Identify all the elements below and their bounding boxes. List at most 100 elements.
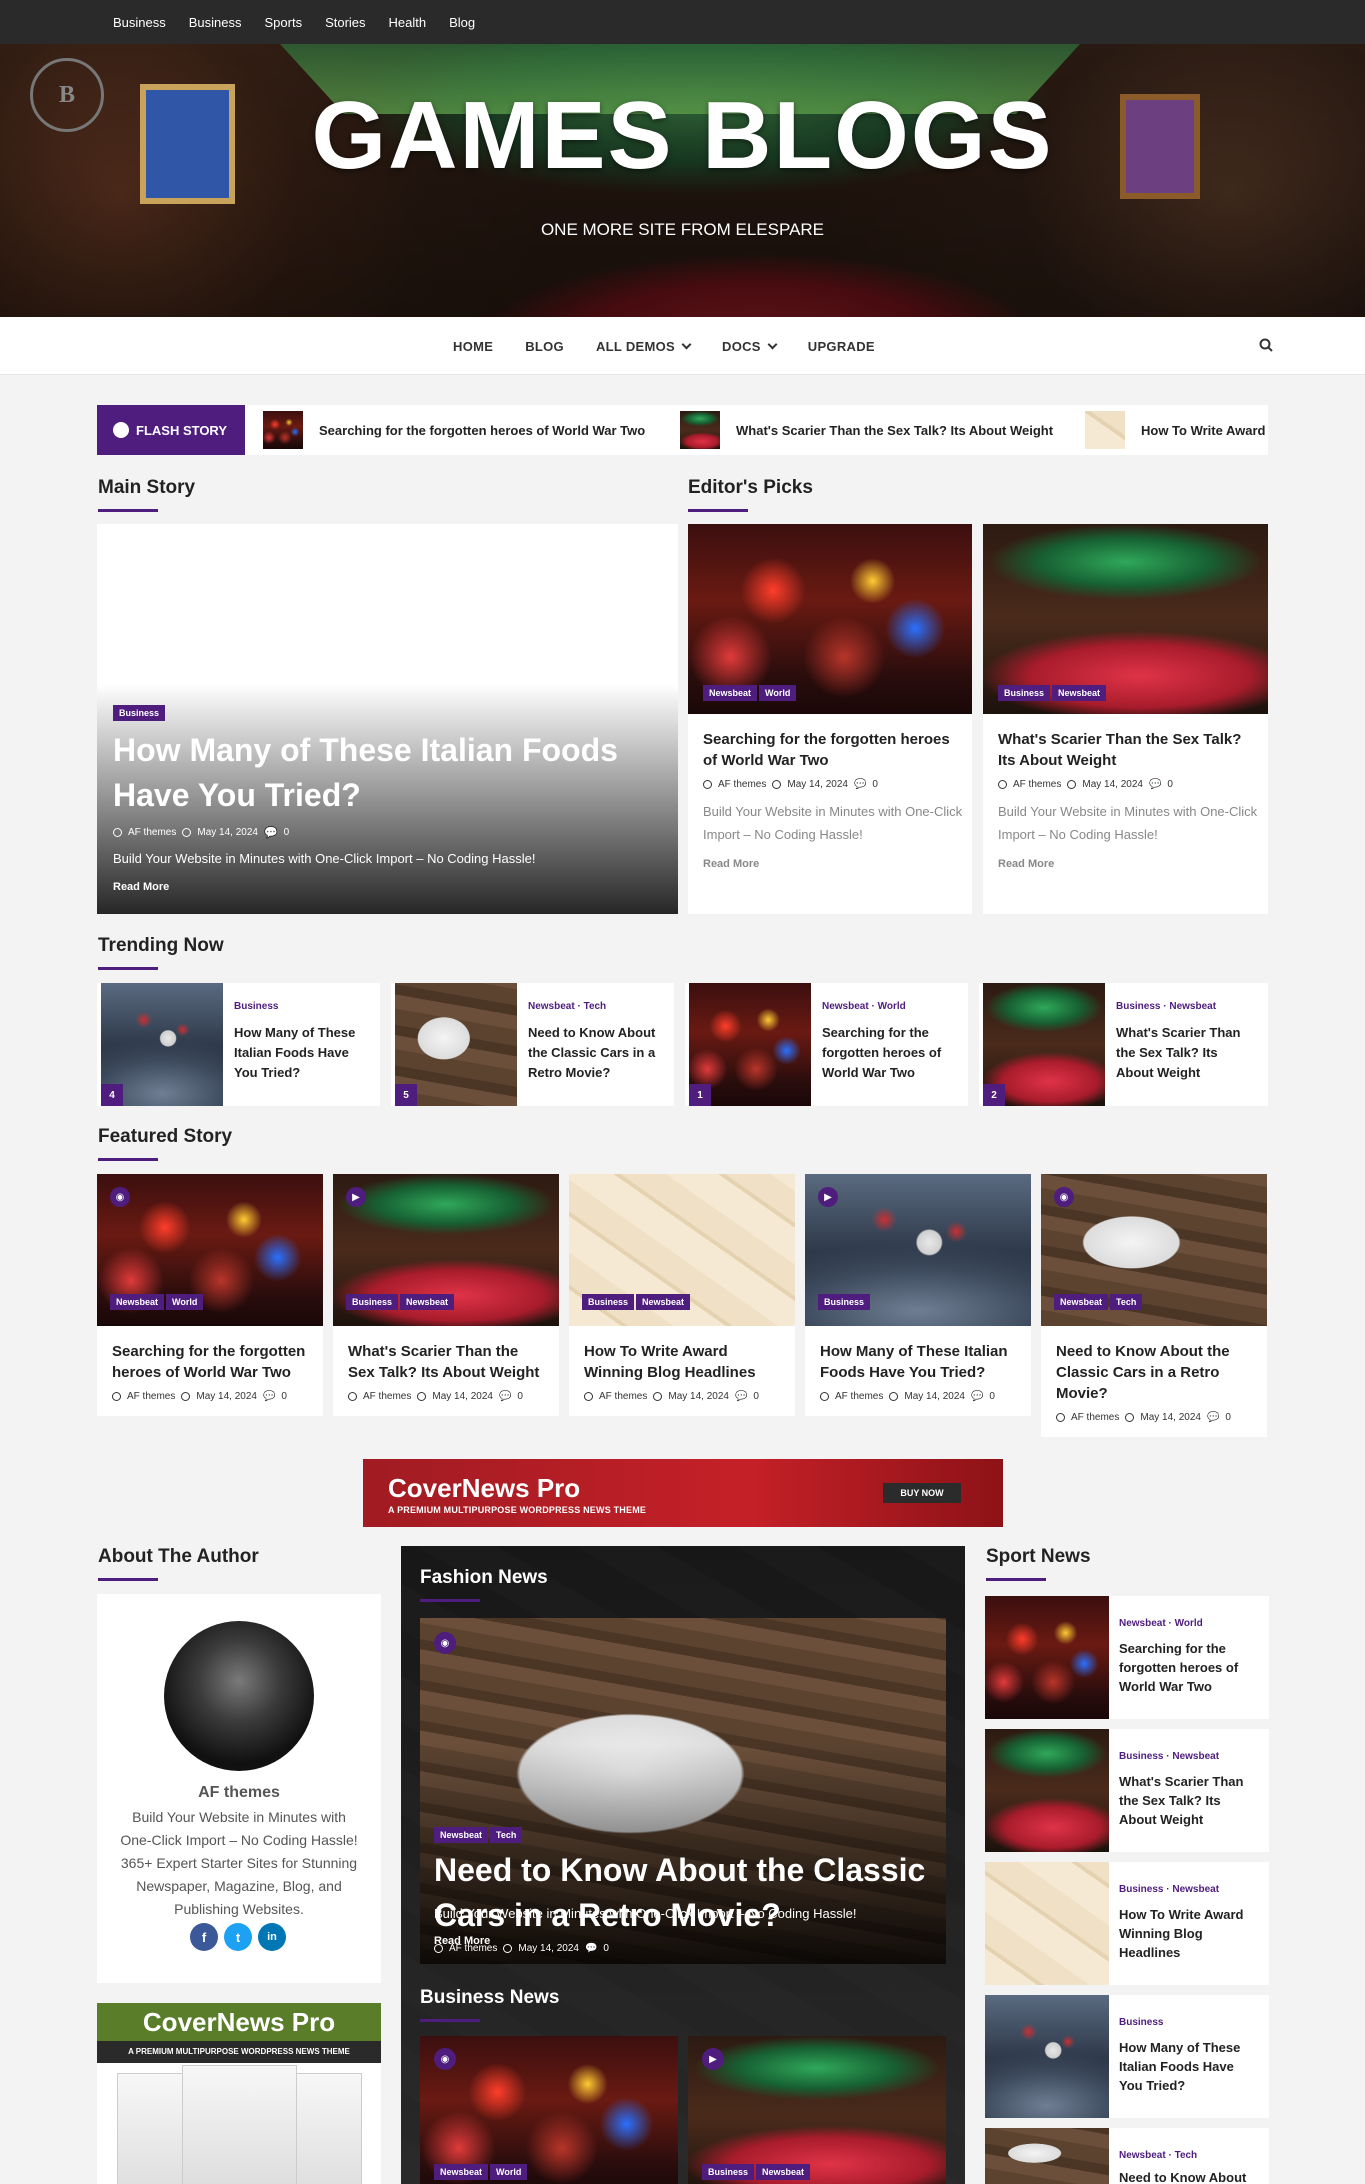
category-tag[interactable]: Newsbeat — [636, 1294, 691, 1310]
post-author[interactable]: AF themes — [599, 1391, 647, 1402]
post-categories[interactable]: Newsbeat · World — [1119, 1618, 1203, 1629]
nav-docs[interactable]: DOCS — [722, 339, 778, 354]
post-title[interactable]: How Many of These Italian Foods Have You… — [805, 1326, 1031, 1383]
top-menu-item[interactable]: Health — [389, 15, 427, 30]
post-categories[interactable]: Business · Newsbeat — [1119, 1884, 1219, 1895]
nav-home[interactable]: HOME — [453, 339, 493, 354]
post-author[interactable]: AF themes — [1013, 779, 1061, 790]
post-categories[interactable]: Newsbeat · Tech — [528, 1001, 606, 1012]
post-author[interactable]: AF themes — [1071, 1412, 1119, 1423]
category-tag[interactable]: Newsbeat — [400, 1294, 455, 1310]
post-author[interactable]: AF themes — [718, 779, 766, 790]
category-tag[interactable]: Business — [346, 1294, 399, 1310]
post-thumbnail[interactable] — [985, 1729, 1109, 1852]
trending-item[interactable]: 5 Newsbeat · Tech Need to Know About the… — [391, 983, 674, 1106]
post-thumbnail[interactable] — [985, 1862, 1109, 1985]
featured-card[interactable]: ▶ Business How Many of These Italian Foo… — [805, 1174, 1031, 1416]
category-tag[interactable]: Tech — [490, 1827, 523, 1843]
ticker-item[interactable]: What's Scarier Than the Sex Talk? Its Ab… — [680, 411, 1053, 449]
post-categories[interactable]: Business — [234, 1001, 278, 1012]
category-tag[interactable]: Business — [702, 2164, 755, 2180]
category-tag[interactable]: Business — [998, 685, 1051, 701]
post-categories[interactable]: Business · Newsbeat — [1119, 1751, 1219, 1762]
top-menu-item[interactable]: Blog — [449, 15, 475, 30]
read-more-link[interactable]: Read More — [113, 881, 169, 893]
read-more-link[interactable]: Read More — [998, 858, 1054, 870]
business-news-card[interactable]: ◉ Newsbeat World — [420, 2036, 678, 2184]
category-tag[interactable]: Newsbeat — [1054, 1294, 1109, 1310]
trending-item[interactable]: 1 Newsbeat · World Searching for the for… — [685, 983, 968, 1106]
top-menu-item[interactable]: Business — [189, 15, 242, 30]
category-tag[interactable]: Business — [582, 1294, 635, 1310]
post-title[interactable]: Searching for the forgotten heroes of Wo… — [822, 1023, 952, 1083]
featured-card[interactable]: ▶ Business Newsbeat What's Scarier Than t… — [333, 1174, 559, 1416]
site-title[interactable]: GAMES BLOGS — [0, 81, 1365, 191]
post-title[interactable]: What's Scarier Than the Sex Talk? Its Ab… — [1116, 1023, 1246, 1083]
featured-card[interactable]: ◉ Newsbeat World Searching for the forgot… — [97, 1174, 323, 1416]
post-thumbnail[interactable] — [985, 2128, 1109, 2184]
category-tag[interactable]: World — [490, 2164, 528, 2180]
linkedin-icon[interactable]: in — [258, 1923, 286, 1951]
post-title[interactable]: What's Scarier Than the Sex Talk? Its Ab… — [1119, 1772, 1259, 1829]
category-tag[interactable]: Newsbeat — [434, 2164, 489, 2180]
post-title[interactable]: Need to Know About the Classic Cars in a… — [434, 1848, 934, 1938]
post-categories[interactable]: Business · Newsbeat — [1116, 1001, 1216, 1012]
category-tag[interactable]: Newsbeat — [703, 685, 758, 701]
promo-widget[interactable]: CoverNews Pro A PREMIUM MULTIPURPOSE WOR… — [97, 2003, 381, 2184]
trending-item[interactable]: 2 Business · Newsbeat What's Scarier Tha… — [979, 983, 1268, 1106]
post-thumbnail[interactable]: ▶ Business Newsbeat — [333, 1174, 559, 1326]
post-thumbnail[interactable]: ▶ Business — [805, 1174, 1031, 1326]
post-categories[interactable]: Business — [1119, 2017, 1163, 2028]
ticker-item[interactable]: Searching for the forgotten heroes of Wo… — [263, 411, 645, 449]
nav-all-demos[interactable]: ALL DEMOS — [596, 339, 692, 354]
post-title[interactable]: What's Scarier Than the Sex Talk? Its Ab… — [333, 1326, 559, 1383]
category-tag[interactable]: Business — [818, 1294, 871, 1310]
post-thumbnail[interactable]: ◉ Newsbeat Tech — [1041, 1174, 1267, 1326]
read-more-link[interactable]: Read More — [703, 858, 759, 870]
featured-card[interactable]: Business Newsbeat How To Write Award Winn… — [569, 1174, 795, 1416]
post-title[interactable]: How Many of These Italian Foods Have You… — [1119, 2038, 1259, 2095]
twitter-icon[interactable]: t — [224, 1923, 252, 1951]
post-title[interactable]: Searching for the forgotten heroes of Wo… — [97, 1326, 323, 1383]
top-menu-item[interactable]: Business — [113, 15, 166, 30]
main-story-title[interactable]: How Many of These Italian Foods Have You… — [113, 728, 653, 818]
post-title[interactable]: Need to Know About — [1119, 2168, 1259, 2184]
post-author[interactable]: AF themes — [128, 827, 176, 838]
category-tag[interactable]: Newsbeat — [1052, 685, 1107, 701]
editors-pick-card[interactable]: Business Newsbeat What's Scarier Than the… — [983, 524, 1268, 914]
editors-pick-card[interactable]: Newsbeat World Searching for the forgotte… — [688, 524, 972, 914]
post-title[interactable]: Need to Know About the Classic Cars in a… — [1041, 1326, 1267, 1404]
post-title[interactable]: How To Write Award Winning Blog Headline… — [569, 1326, 795, 1383]
nav-blog[interactable]: BLOG — [525, 339, 564, 354]
category-tag[interactable]: Newsbeat — [110, 1294, 165, 1310]
post-title[interactable]: Searching for the forgotten heroes of Wo… — [703, 729, 963, 771]
post-thumbnail[interactable] — [985, 1995, 1109, 2118]
category-tag[interactable]: World — [166, 1294, 204, 1310]
category-tag[interactable]: Newsbeat — [756, 2164, 811, 2180]
featured-card[interactable]: ◉ Newsbeat Tech Need to Know About the Cl… — [1041, 1174, 1267, 1437]
post-title[interactable]: How Many of These Italian Foods Have You… — [234, 1023, 364, 1083]
top-menu-item[interactable]: Stories — [325, 15, 365, 30]
ticker-item[interactable]: How To Write Award — [1085, 411, 1265, 449]
post-title[interactable]: What's Scarier Than the Sex Talk? Its Ab… — [998, 729, 1258, 771]
read-more-link[interactable]: Read More — [434, 1935, 490, 1947]
post-title[interactable]: Need to Know About the Classic Cars in a… — [528, 1023, 658, 1083]
category-tag[interactable]: World — [759, 685, 797, 701]
post-categories[interactable]: Newsbeat · Tech — [1119, 2150, 1197, 2161]
post-title[interactable]: How To Write Award Winning Blog Headline… — [1119, 1905, 1259, 1962]
post-categories[interactable]: Newsbeat · World — [822, 1001, 906, 1012]
business-news-card[interactable]: ▶ Business Newsbeat — [688, 2036, 946, 2184]
post-title[interactable]: Searching for the forgotten heroes of Wo… — [1119, 1639, 1259, 1696]
category-tag[interactable]: Newsbeat — [434, 1827, 489, 1843]
post-author[interactable]: AF themes — [835, 1391, 883, 1402]
advertisement-banner[interactable]: CoverNews Pro A PREMIUM MULTIPURPOSE WOR… — [363, 1459, 1003, 1527]
nav-upgrade[interactable]: UPGRADE — [808, 339, 875, 354]
facebook-icon[interactable]: f — [190, 1923, 218, 1951]
category-tag[interactable]: Business — [113, 705, 166, 721]
sport-news-item[interactable]: Business · Newsbeat How To Write Award W… — [985, 1862, 1269, 1985]
sport-news-item[interactable]: Newsbeat · Tech Need to Know About — [985, 2128, 1269, 2184]
trending-item[interactable]: 4 Business How Many of These Italian Foo… — [97, 983, 380, 1106]
post-thumbnail[interactable]: Business Newsbeat — [569, 1174, 795, 1326]
post-author[interactable]: AF themes — [127, 1391, 175, 1402]
post-thumbnail[interactable]: ◉ Newsbeat World — [97, 1174, 323, 1326]
